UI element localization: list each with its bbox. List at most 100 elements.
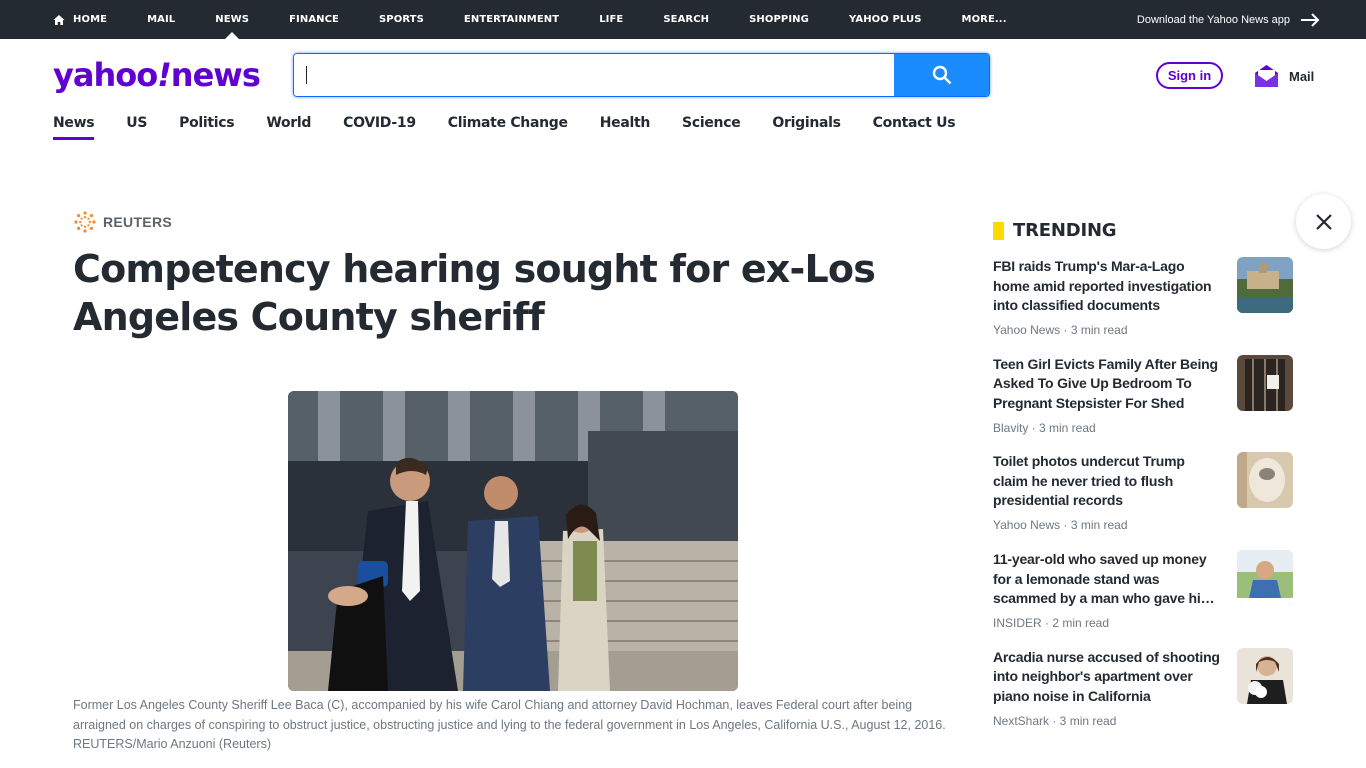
topnav-life[interactable]: LIFE	[599, 0, 623, 39]
subnav-news[interactable]: News	[53, 115, 95, 141]
search-input[interactable]	[294, 54, 895, 96]
trending-item-thumbnail[interactable]	[1237, 257, 1293, 313]
subnav-us[interactable]: US	[126, 115, 147, 141]
trending-item-thumbnail[interactable]	[1237, 647, 1293, 704]
topnav-home-label: HOME	[73, 14, 108, 25]
trending-item-thumbnail[interactable]	[1237, 354, 1293, 411]
subnav-world[interactable]: World	[266, 115, 311, 141]
subnav-contact-us-label: Contact Us	[872, 115, 956, 131]
article-headline: Competency hearing sought for ex-Los Ang…	[73, 247, 876, 339]
topnav-news-label: NEWS	[215, 14, 250, 25]
topnav-finance[interactable]: FINANCE	[289, 0, 339, 39]
search-icon	[932, 65, 951, 85]
trending-item-meta: NextShark · 3 min read	[993, 713, 1117, 728]
subnav-politics-label: Politics	[179, 115, 235, 131]
subnav-world-label: World	[266, 115, 312, 131]
mail-label: Mail	[1289, 68, 1315, 84]
subnav-covid-label: COVID-19	[343, 115, 416, 131]
trending-header: TRENDING	[993, 220, 1117, 241]
topnav-finance-label: FINANCE	[289, 14, 339, 25]
search-button[interactable]	[894, 54, 989, 96]
topnav-news[interactable]: NEWS	[215, 0, 249, 39]
topnav-sports-label: SPORTS	[379, 14, 424, 25]
topnav-mail[interactable]: MAIL	[147, 0, 175, 39]
subnav-climate-change-label: Climate Change	[447, 115, 568, 131]
trending-item[interactable]: 11-year-old who saved up money for a lem…	[993, 550, 1293, 648]
logo-main: yahoo	[53, 56, 158, 94]
subnav-climate-change[interactable]: Climate Change	[448, 115, 568, 141]
trending-heading: TRENDING	[1013, 220, 1117, 241]
subnav-contact-us[interactable]: Contact Us	[873, 115, 956, 141]
logo-bang: !	[157, 56, 172, 94]
trending-item[interactable]: Arcadia nurse accused of shooting into n…	[993, 647, 1293, 746]
lemonade-stand-thumbnail-image	[1237, 550, 1293, 607]
photo-caption: Former Los Angeles County Sheriff Lee Ba…	[73, 698, 946, 751]
trending-item-meta: Yahoo News · 3 min read	[993, 518, 1128, 533]
subnav-covid[interactable]: COVID-19	[343, 115, 416, 141]
courthouse-photo-image	[288, 391, 738, 691]
trending-list: FBI raids Trump's Mar-a-Lago home amid r…	[993, 257, 1293, 745]
subnav-health-label: Health	[599, 115, 651, 131]
logo-sub: news	[170, 56, 261, 94]
trending-item[interactable]: Teen Girl Evicts Family After Being Aske…	[993, 354, 1293, 453]
trending-item-title[interactable]: Toilet photos undercut Trump claim he ne…	[993, 452, 1221, 511]
subnav-health[interactable]: Health	[599, 115, 651, 141]
article-photo[interactable]	[288, 391, 738, 691]
mail-link[interactable]: Mail	[1254, 62, 1314, 90]
download-app-link[interactable]: Download the Yahoo News app	[1137, 0, 1320, 39]
subnav-originals[interactable]: Originals	[772, 115, 841, 141]
section-nav: News US Politics World COVID-19 Climate …	[53, 115, 987, 141]
provider-name: REUTERS	[103, 214, 172, 230]
shed-door-thumbnail-image	[1237, 354, 1293, 411]
subnav-politics[interactable]: Politics	[179, 115, 235, 141]
trending-item-title[interactable]: FBI raids Trump's Mar-a-Lago home amid r…	[993, 257, 1221, 316]
subnav-news-label: News	[53, 115, 95, 131]
search-box	[293, 53, 990, 97]
subnav-us-label: US	[126, 115, 148, 131]
trending-item-thumbnail[interactable]	[1237, 452, 1293, 509]
top-bar: HOME MAIL NEWS FINANCE SPORTS ENTERTAINM…	[0, 0, 1366, 39]
trending-item-title[interactable]: Arcadia nurse accused of shooting into n…	[993, 648, 1221, 707]
nurse-thumbnail-image	[1237, 647, 1293, 704]
yahoo-news-logo[interactable]: yahoo! news	[53, 56, 261, 94]
topnav-life-label: LIFE	[599, 14, 624, 25]
close-icon	[1315, 213, 1332, 230]
trending-item-meta: INSIDER · 2 min read	[993, 616, 1110, 631]
topnav-entertainment-label: ENTERTAINMENT	[463, 14, 560, 25]
subnav-originals-label: Originals	[772, 115, 841, 131]
mail-icon	[1255, 65, 1278, 87]
trending-item-meta: Blavity · 3 min read	[993, 420, 1096, 435]
reuters-logo-icon	[74, 211, 96, 233]
text-caret	[306, 66, 307, 84]
trending-item-title[interactable]: 11-year-old who saved up money for a lem…	[993, 550, 1221, 609]
arrow-right-icon	[1301, 12, 1320, 27]
home-icon	[53, 14, 65, 25]
mar-a-lago-thumbnail-image	[1237, 257, 1293, 313]
trending-item-meta: Yahoo News · 3 min read	[993, 323, 1128, 337]
topnav-search[interactable]: SEARCH	[663, 0, 709, 39]
close-button[interactable]	[1296, 194, 1351, 249]
top-nav: HOME MAIL NEWS FINANCE SPORTS ENTERTAINM…	[53, 0, 1047, 39]
topnav-mail-label: MAIL	[147, 14, 176, 25]
topnav-search-label: SEARCH	[663, 14, 710, 25]
topnav-shopping-label: SHOPPING	[749, 14, 809, 25]
topnav-yahoo-plus[interactable]: YAHOO PLUS	[849, 0, 922, 39]
toilet-thumbnail-image	[1237, 452, 1293, 509]
topnav-sports[interactable]: SPORTS	[379, 0, 424, 39]
trending-accent-bar	[993, 221, 1004, 240]
topnav-entertainment[interactable]: ENTERTAINMENT	[464, 0, 559, 39]
subnav-science[interactable]: Science	[682, 115, 741, 141]
sign-in-button[interactable]: Sign in	[1156, 62, 1223, 89]
trending-item[interactable]: Toilet photos undercut Trump claim he ne…	[993, 452, 1293, 550]
trending-item[interactable]: FBI raids Trump's Mar-a-Lago home amid r…	[993, 257, 1293, 355]
topnav-more-label: MORE...	[961, 14, 1007, 25]
trending-item-thumbnail[interactable]	[1237, 550, 1293, 607]
topnav-home[interactable]: HOME	[53, 0, 107, 39]
sign-in-label: Sign in	[1167, 68, 1212, 83]
download-app-label: Download the Yahoo News app	[1136, 13, 1290, 26]
trending-item-title[interactable]: Teen Girl Evicts Family After Being Aske…	[993, 355, 1221, 414]
topnav-shopping[interactable]: SHOPPING	[749, 0, 809, 39]
topnav-more[interactable]: MORE...	[962, 0, 1007, 39]
topnav-yahoo-plus-label: YAHOO PLUS	[848, 14, 922, 25]
article-provider[interactable]: REUTERS	[73, 210, 172, 234]
